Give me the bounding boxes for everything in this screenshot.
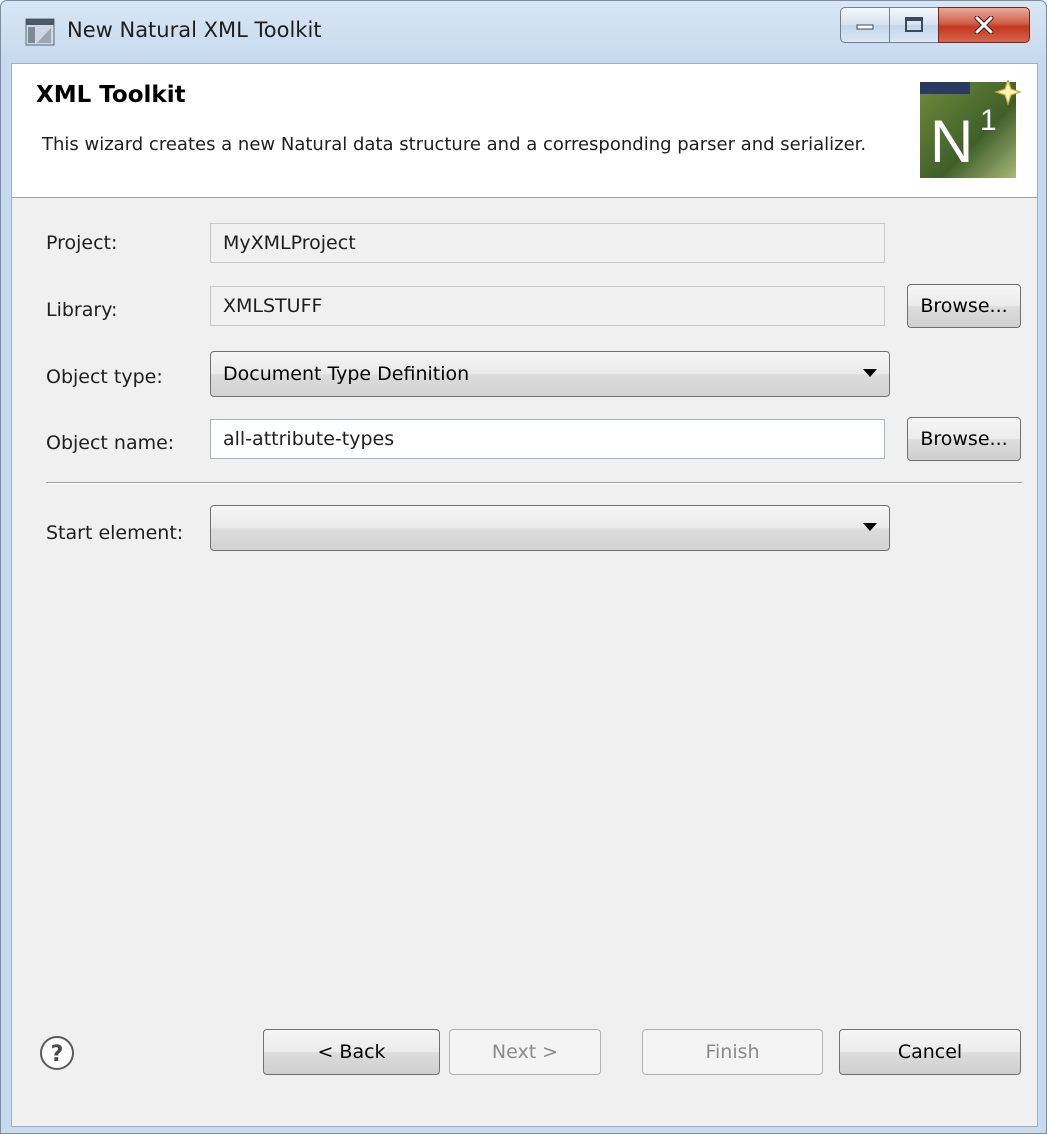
library-label: Library: — [46, 299, 118, 321]
dialog-client-area: XML Toolkit This wizard creates a new Na… — [11, 63, 1038, 1127]
title-bar[interactable]: New Natural XML Toolkit — [1, 1, 1046, 63]
chevron-down-icon — [863, 523, 877, 531]
library-browse-button[interactable]: Browse... — [907, 284, 1021, 328]
maximize-button[interactable] — [889, 7, 939, 43]
separator — [46, 482, 1022, 484]
object-type-select[interactable]: Document Type Definition — [210, 351, 890, 397]
window-title: New Natural XML Toolkit — [67, 18, 322, 42]
next-button[interactable]: Next > — [449, 1029, 601, 1075]
chevron-down-icon — [863, 369, 877, 377]
object-type-value: Document Type Definition — [223, 363, 470, 385]
wizard-banner: XML Toolkit This wizard creates a new Na… — [12, 64, 1037, 198]
svg-text:N: N — [930, 108, 973, 175]
close-button[interactable] — [938, 7, 1030, 43]
object-type-label: Object type: — [46, 366, 163, 388]
start-element-select[interactable] — [210, 505, 890, 551]
start-element-label: Start element: — [46, 522, 184, 544]
banner-description: This wizard creates a new Natural data s… — [42, 134, 867, 155]
object-name-browse-button[interactable]: Browse... — [907, 417, 1021, 461]
cancel-button[interactable]: Cancel — [839, 1029, 1021, 1075]
svg-text:?: ? — [51, 1042, 64, 1067]
svg-text:1: 1 — [980, 104, 997, 137]
back-button[interactable]: < Back — [263, 1029, 440, 1075]
object-name-input[interactable]: all-attribute-types — [210, 419, 885, 459]
dialog-window: New Natural XML Toolkit XML Toolkit This… — [0, 0, 1047, 1134]
project-field: MyXMLProject — [210, 223, 885, 263]
banner-title: XML Toolkit — [36, 82, 186, 108]
maximize-icon — [905, 17, 923, 32]
question-mark-icon[interactable]: ? — [39, 1035, 75, 1071]
natural-n1-logo: N 1 — [920, 80, 1022, 178]
library-field: XMLSTUFF — [210, 286, 885, 326]
project-label: Project: — [46, 232, 118, 254]
minimize-button[interactable] — [840, 7, 890, 43]
window-app-icon — [25, 18, 55, 46]
object-name-label: Object name: — [46, 432, 175, 454]
finish-button[interactable]: Finish — [642, 1029, 823, 1075]
minimize-icon — [856, 24, 874, 30]
close-icon — [974, 16, 994, 34]
